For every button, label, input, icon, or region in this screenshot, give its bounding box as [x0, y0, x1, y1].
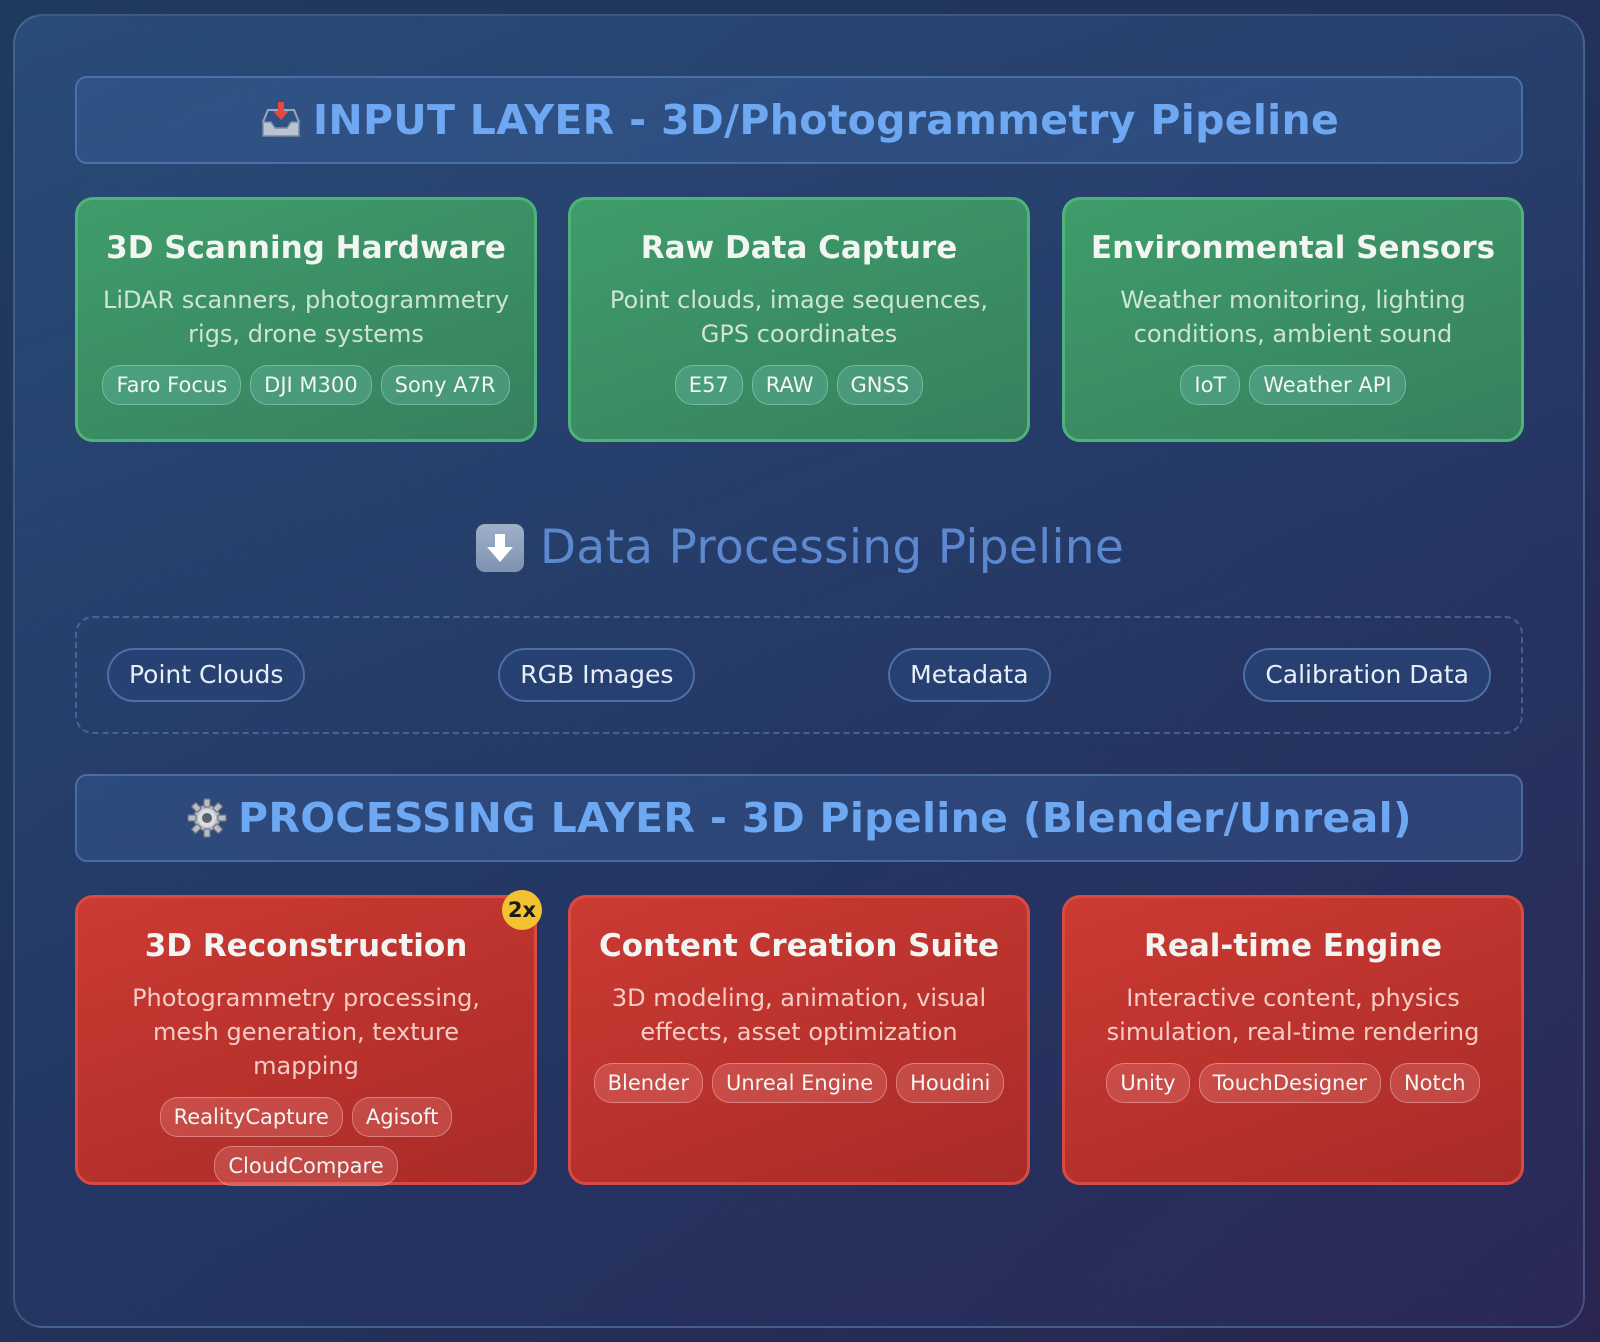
- card-title: 3D Reconstruction: [144, 928, 468, 964]
- card-content-creation-suite: Content Creation Suite 3D modeling, anim…: [568, 895, 1030, 1185]
- card-title: Raw Data Capture: [640, 230, 958, 266]
- inbox-tray-icon: [259, 100, 303, 140]
- tag-touchdesigner: TouchDesigner: [1198, 1063, 1381, 1104]
- card-description: Interactive content, physics simulation,…: [1106, 984, 1480, 1047]
- gear-icon: [186, 797, 228, 839]
- tag-cloudcompare: CloudCompare: [214, 1146, 398, 1187]
- flow-label-text: Data Processing Pipeline: [539, 520, 1125, 575]
- tag-dji-m300: DJI M300: [250, 365, 372, 406]
- processing-layer-header: PROCESSING LAYER - 3D Pipeline (Blender/…: [75, 774, 1523, 862]
- input-layer-title: INPUT LAYER - 3D/Photogrammetry Pipeline: [312, 96, 1340, 144]
- tag-raw: RAW: [751, 365, 828, 406]
- flow-item-metadata: Metadata: [888, 648, 1051, 702]
- flow-item-calibration-data: Calibration Data: [1243, 648, 1491, 702]
- input-layer-header: INPUT LAYER - 3D/Photogrammetry Pipeline: [75, 76, 1523, 164]
- tag-list: RealityCapture Agisoft CloudCompare: [100, 1097, 512, 1187]
- card-environmental-sensors: Environmental Sensors Weather monitoring…: [1062, 197, 1524, 442]
- card-title: Real-time Engine: [1143, 928, 1443, 964]
- card-description: Photogrammetry processing, mesh generati…: [132, 984, 480, 1081]
- card-real-time-engine: Real-time Engine Interactive content, ph…: [1062, 895, 1524, 1185]
- tag-unreal-engine: Unreal Engine: [711, 1063, 888, 1104]
- card-description: Point clouds, image sequences, GPS coord…: [609, 286, 989, 349]
- card-description: Weather monitoring, lighting conditions,…: [1120, 286, 1466, 349]
- tag-list: E57 RAW GNSS: [593, 365, 1005, 406]
- card-title: Content Creation Suite: [598, 928, 1000, 964]
- tag-list: Blender Unreal Engine Houdini: [593, 1063, 1005, 1104]
- tag-unity: Unity: [1106, 1063, 1190, 1104]
- tag-e57: E57: [674, 365, 743, 406]
- tag-list: IoT Weather API: [1087, 365, 1499, 406]
- tag-houdini: Houdini: [896, 1063, 1005, 1104]
- tag-realitycapture: RealityCapture: [159, 1097, 343, 1138]
- card-raw-data-capture: Raw Data Capture Point clouds, image seq…: [568, 197, 1030, 442]
- card-description: 3D modeling, animation, visual effects, …: [611, 984, 987, 1047]
- tag-sony-a7r: Sony A7R: [380, 365, 510, 406]
- tag-list: Unity TouchDesigner Notch: [1087, 1063, 1499, 1104]
- tag-iot: IoT: [1180, 365, 1241, 406]
- card-description: LiDAR scanners, photogrammetry rigs, dro…: [102, 286, 510, 349]
- processing-layer-title: PROCESSING LAYER - 3D Pipeline (Blender/…: [238, 794, 1412, 842]
- multiplier-badge: 2x: [502, 890, 542, 930]
- card-3d-scanning-hardware: 3D Scanning Hardware LiDAR scanners, pho…: [75, 197, 537, 442]
- tag-gnss: GNSS: [836, 365, 924, 406]
- data-flow-box: Point Clouds RGB Images Metadata Calibra…: [75, 616, 1523, 734]
- tag-faro-focus: Faro Focus: [102, 365, 242, 406]
- tag-list: Faro Focus DJI M300 Sony A7R: [100, 365, 512, 406]
- card-3d-reconstruction: 2x 3D Reconstruction Photogrammetry proc…: [75, 890, 542, 1187]
- card-title: 3D Scanning Hardware: [106, 230, 506, 266]
- data-processing-pipeline-label: Data Processing Pipeline: [0, 520, 1600, 575]
- flow-item-point-clouds: Point Clouds: [107, 648, 306, 702]
- flow-item-rgb-images: RGB Images: [498, 648, 696, 702]
- tag-weather-api: Weather API: [1249, 365, 1406, 406]
- down-arrow-icon: [475, 523, 524, 572]
- tag-agisoft: Agisoft: [351, 1097, 453, 1138]
- card-title: Environmental Sensors: [1090, 230, 1496, 266]
- tag-notch: Notch: [1389, 1063, 1480, 1104]
- tag-blender: Blender: [593, 1063, 703, 1104]
